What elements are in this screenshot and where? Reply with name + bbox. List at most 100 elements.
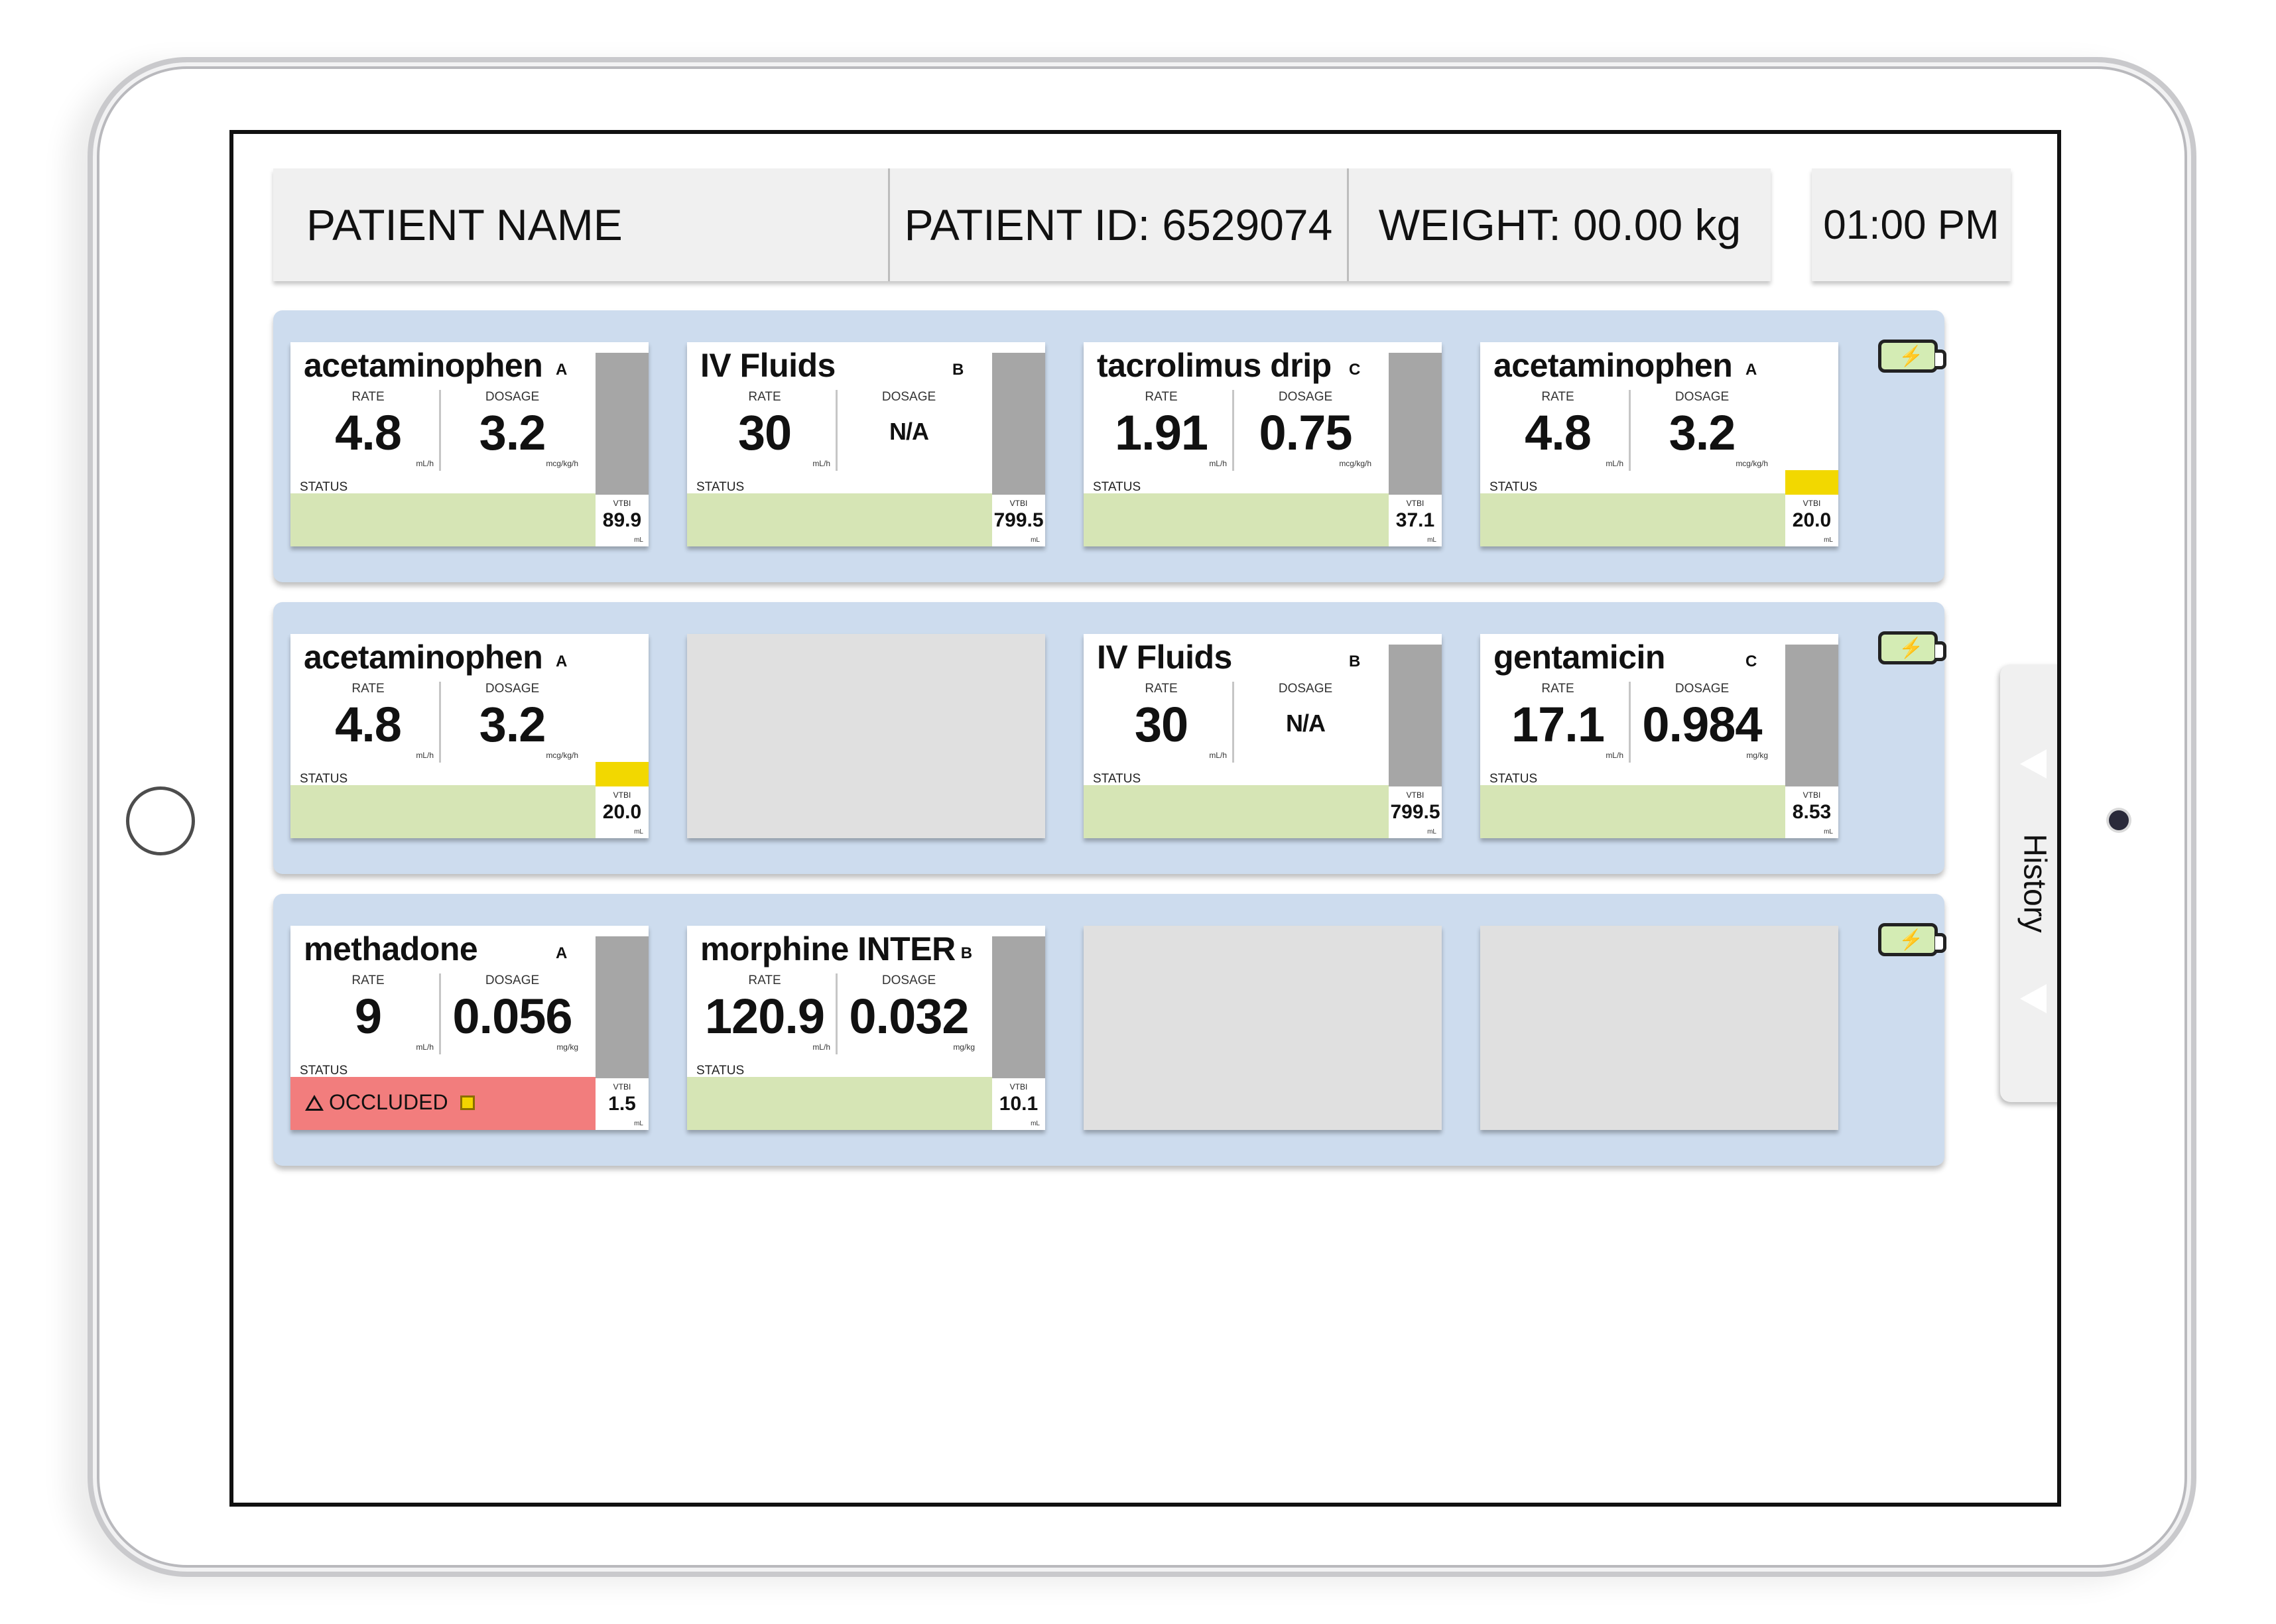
rate-value: 4.8 [335, 697, 402, 752]
pump-name: acetaminophen [1493, 347, 1733, 384]
pump-name: acetaminophen [304, 347, 543, 384]
empty-pump-slot[interactable] [1480, 926, 1838, 1130]
clock: 01:00 PM [1812, 168, 2011, 281]
channel-badge: B [960, 944, 973, 962]
empty-pump-slot[interactable] [687, 634, 1045, 838]
dosage-box: DOSAGE 3.2 mcg/kg/h [1631, 390, 1773, 471]
pump-name: methadone [304, 930, 478, 968]
dosage-unit: mg/kg [556, 1042, 578, 1052]
lightning-bolt-icon: ⚡ [1899, 345, 1924, 367]
status-label: STATUS [1489, 480, 1538, 494]
status-label: STATUS [300, 1064, 348, 1078]
volume-column: VTBI 799.5 mL [992, 342, 1045, 546]
rate-label: RATE [748, 390, 781, 404]
pump-metrics: RATE 1.91 mL/h DOSAGE 0.75 mcg/kg/h [1090, 390, 1377, 471]
pump-card[interactable]: gentamicin C RATE 17.1 mL/h DOSAGE 0.984 mg/kg S… [1480, 634, 1838, 838]
vtbi-box: VTBI 8.53 mL [1785, 786, 1838, 838]
warning-icon [305, 1094, 324, 1111]
dosage-unit: mcg/kg/h [546, 751, 578, 760]
status-label: STATUS [696, 1064, 745, 1078]
pump-metrics: RATE 120.9 mL/h DOSAGE 0.032 mg/kg [694, 973, 980, 1054]
status-label: STATUS [300, 480, 348, 494]
patient-weight: WEIGHT: 00.00 kg [1378, 200, 1741, 249]
status-bar [290, 785, 596, 838]
volume-column: VTBI 37.1 mL [1389, 342, 1442, 546]
status-bar [687, 493, 992, 546]
pump-metrics: RATE 30 mL/h DOSAGE N/A [694, 390, 980, 471]
pump-name: IV Fluids [1097, 639, 1232, 676]
dosage-box: DOSAGE 0.75 mcg/kg/h [1234, 390, 1377, 471]
rate-unit: mL/h [1606, 459, 1623, 468]
dosage-label: DOSAGE [881, 390, 936, 404]
vtbi-label: VTBI [1802, 499, 1821, 508]
pump-card[interactable]: acetaminophen A RATE 4.8 mL/h DOSAGE 3.2 mcg/kg… [290, 342, 649, 546]
dosage-label: DOSAGE [1278, 390, 1333, 404]
vtbi-unit: mL [1031, 1120, 1040, 1127]
channel-badge: A [556, 653, 568, 670]
rate-value: 4.8 [335, 405, 402, 460]
vtbi-box: VTBI 89.9 mL [596, 495, 649, 546]
vtbi-box: VTBI 20.0 mL [1785, 495, 1838, 546]
volume-gauge [1389, 342, 1442, 495]
vtbi-value: 10.1 [999, 1093, 1039, 1115]
pump-name: tacrolimus drip [1097, 347, 1332, 384]
dosage-label: DOSAGE [1675, 390, 1730, 404]
volume-gauge [1389, 634, 1442, 786]
pump-metrics: RATE 9 mL/h DOSAGE 0.056 mg/kg [297, 973, 584, 1054]
battery-charging-icon: ⚡ [1878, 923, 1946, 956]
dosage-label: DOSAGE [485, 973, 540, 987]
pump-card[interactable]: acetaminophen A RATE 4.8 mL/h DOSAGE 3.2 mcg/kg… [1480, 342, 1838, 546]
status-bar [1480, 785, 1785, 838]
pump-name: IV Fluids [700, 347, 836, 384]
status-bar: OCCLUDED [290, 1077, 596, 1130]
dosage-value: 0.984 [1642, 697, 1762, 752]
dosage-box: DOSAGE 0.984 mg/kg [1631, 682, 1773, 763]
dosage-value: 3.2 [479, 405, 546, 460]
vtbi-label: VTBI [1009, 499, 1028, 508]
pump-card[interactable]: methadone A RATE 9 mL/h DOSAGE 0.056 mg/kg STATU… [290, 926, 649, 1130]
status-label: STATUS [300, 772, 348, 786]
pump-card[interactable]: IV Fluids B RATE 30 mL/h DOSAGE N/A STATUS VTBI 7… [1084, 634, 1442, 838]
history-label: History [2017, 834, 2053, 933]
vtbi-label: VTBI [613, 790, 631, 800]
vtbi-label: VTBI [1406, 499, 1424, 508]
rate-box: RATE 4.8 mL/h [297, 390, 441, 471]
rate-unit: mL/h [1209, 459, 1227, 468]
vtbi-label: VTBI [1406, 790, 1424, 800]
rate-unit: mL/h [1209, 751, 1227, 760]
volume-gauge [596, 926, 649, 1078]
volume-column: VTBI 799.5 mL [1389, 634, 1442, 838]
rate-unit: mL/h [812, 1042, 830, 1052]
pump-metrics: RATE 17.1 mL/h DOSAGE 0.984 mg/kg [1487, 682, 1773, 763]
status-bar [290, 493, 596, 546]
vtbi-label: VTBI [1802, 790, 1821, 800]
pump-card[interactable]: acetaminophen A RATE 4.8 mL/h DOSAGE 3.2 mcg/kg… [290, 634, 649, 838]
vtbi-value: 799.5 [1390, 801, 1440, 823]
empty-pump-slot[interactable] [1084, 926, 1442, 1130]
rate-unit: mL/h [1606, 751, 1623, 760]
rate-box: RATE 17.1 mL/h [1487, 682, 1631, 763]
pump-card[interactable]: morphine INTER B RATE 120.9 mL/h DOSAGE 0.032 m… [687, 926, 1045, 1130]
status-message: OCCLUDED [305, 1090, 475, 1115]
dosage-box: DOSAGE 3.2 mcg/kg/h [441, 682, 584, 763]
rate-box: RATE 1.91 mL/h [1090, 390, 1234, 471]
rate-unit: mL/h [416, 459, 434, 468]
dosage-value: 0.056 [452, 989, 572, 1044]
home-button[interactable] [126, 786, 195, 855]
vtbi-value: 37.1 [1395, 509, 1435, 531]
rate-label: RATE [748, 973, 781, 987]
channel-badge: A [556, 361, 568, 379]
vtbi-box: VTBI 799.5 mL [1389, 786, 1442, 838]
volume-fill [1389, 645, 1442, 786]
vtbi-box: VTBI 10.1 mL [992, 1078, 1045, 1130]
pump-card[interactable]: IV Fluids B RATE 30 mL/h DOSAGE N/A STATUS VTBI 7… [687, 342, 1045, 546]
vtbi-value: 89.9 [602, 509, 642, 531]
vtbi-unit: mL [634, 1120, 643, 1127]
status-bar [687, 1077, 992, 1130]
volume-gauge [992, 342, 1045, 495]
vtbi-label: VTBI [1009, 1082, 1028, 1092]
history-tab[interactable]: History [2000, 664, 2057, 1102]
vtbi-unit: mL [1031, 536, 1040, 544]
rate-label: RATE [351, 973, 385, 987]
pump-card[interactable]: tacrolimus drip C RATE 1.91 mL/h DOSAGE 0.75 mc… [1084, 342, 1442, 546]
